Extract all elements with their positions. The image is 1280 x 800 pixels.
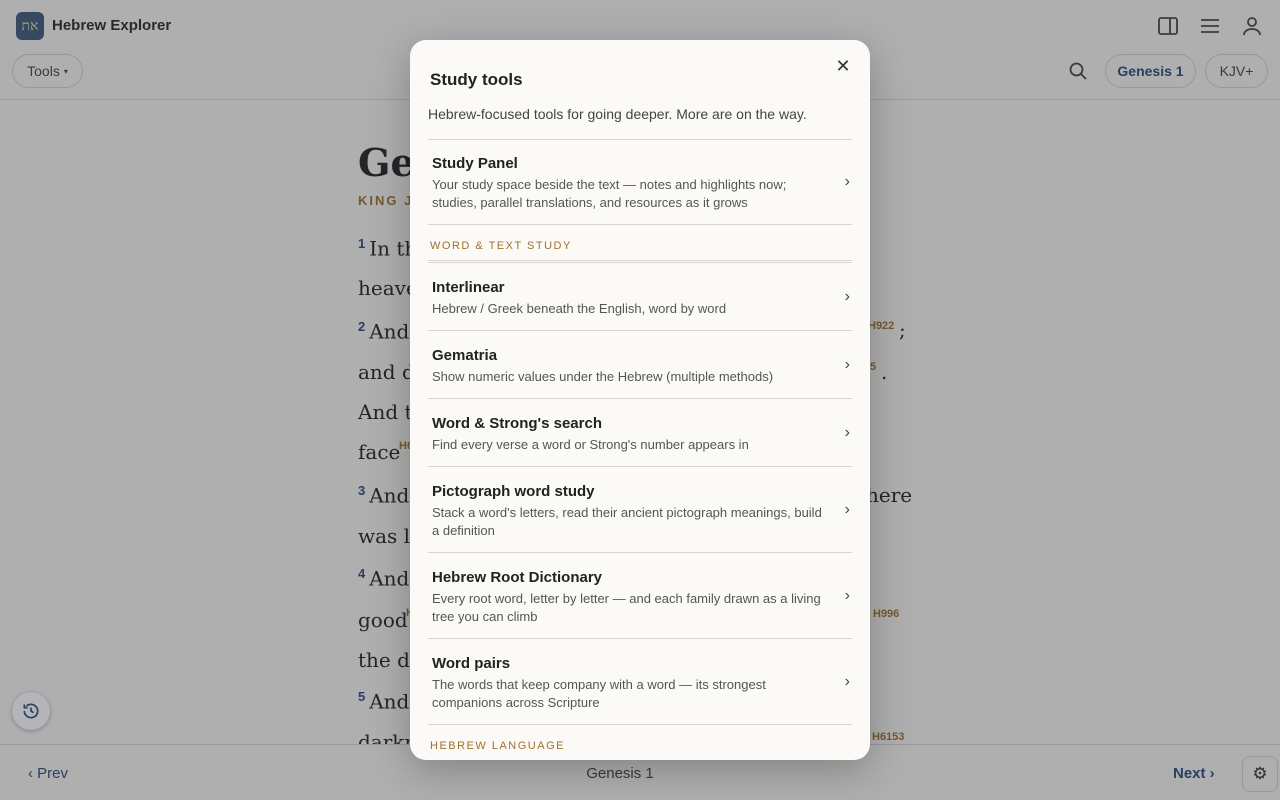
chevron-right-icon: › <box>844 355 850 373</box>
chevron-right-icon: › <box>844 423 850 441</box>
chevron-right-icon: › <box>844 500 850 518</box>
study-tools-dialog: Study tools ✕ Hebrew-focused tools for g… <box>410 40 870 760</box>
tool-item-word-strongs-search[interactable]: Word & Strong's search Find every verse … <box>428 399 852 467</box>
tool-title: Gematria <box>432 347 498 364</box>
chevron-right-icon: › <box>844 287 850 305</box>
tool-description: Hebrew / Greek beneath the English, word… <box>432 301 727 316</box>
tool-description: Every root word, letter by letter — and … <box>432 591 821 624</box>
tool-title: Study Panel <box>432 155 518 172</box>
dialog-description: Hebrew-focused tools for going deeper. M… <box>428 106 807 122</box>
tool-title: Word pairs <box>432 655 511 672</box>
tool-title: Hebrew Root Dictionary <box>432 569 603 586</box>
tool-description: Your study space beside the text — notes… <box>432 177 787 210</box>
tool-item-study-panel[interactable]: Study Panel Your study space beside the … <box>428 140 852 225</box>
tool-description: Show numeric values under the Hebrew (mu… <box>432 369 774 384</box>
tool-item-word-pairs[interactable]: Word pairs The words that keep company w… <box>428 639 852 725</box>
tool-item-hebrew-root-dictionary[interactable]: Hebrew Root Dictionary Every root word, … <box>428 553 852 639</box>
tool-description: Find every verse a word or Strong's numb… <box>432 437 749 452</box>
tool-title: Pictograph word study <box>432 483 595 500</box>
section-header-hebrew-language: HEBREW LANGUAGE <box>428 725 852 760</box>
tool-description: The words that keep company with a word … <box>432 677 766 710</box>
close-icon: ✕ <box>835 56 851 76</box>
tool-item-gematria[interactable]: Gematria Show numeric values under the H… <box>428 331 852 399</box>
tool-title: Word & Strong's search <box>432 415 602 432</box>
tools-list[interactable]: Study Panel Your study space beside the … <box>428 139 852 760</box>
chevron-right-icon: › <box>844 173 850 190</box>
close-button[interactable]: ✕ <box>832 55 854 77</box>
tool-title: Interlinear <box>432 279 505 296</box>
tool-item-pictograph-word-study[interactable]: Pictograph word study Stack a word's let… <box>428 467 852 553</box>
dialog-title: Study tools <box>430 70 523 89</box>
tool-item-interlinear[interactable]: Interlinear Hebrew / Greek beneath the E… <box>428 263 852 331</box>
chevron-right-icon: › <box>844 586 850 604</box>
tool-description: Stack a word's letters, read their ancie… <box>432 505 822 538</box>
section-header-word-text-study: WORD & TEXT STUDY <box>428 225 852 263</box>
chevron-right-icon: › <box>844 672 850 690</box>
